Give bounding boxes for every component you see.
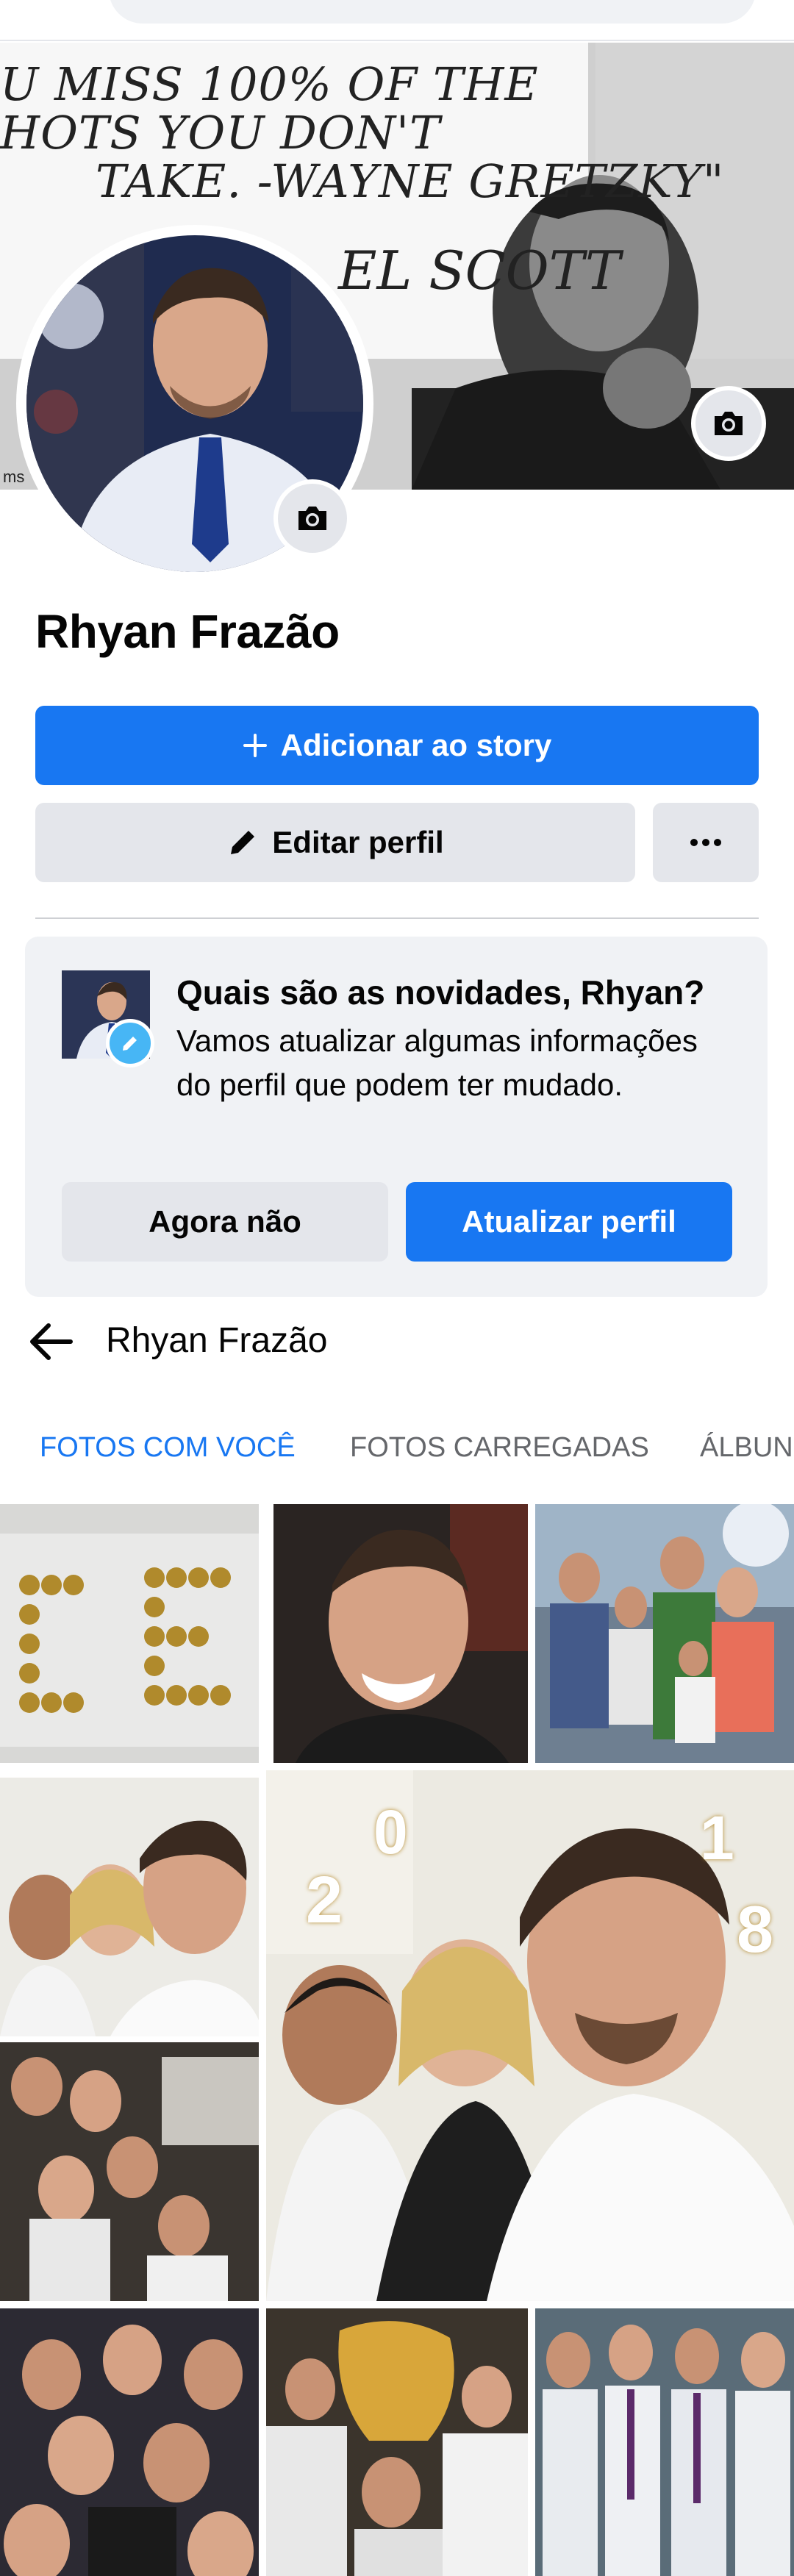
edit-profile-picture-button[interactable]: [273, 479, 351, 557]
photos-section-title: Rhyan Frazão: [106, 1321, 328, 1360]
pencil-icon: [123, 1037, 137, 1051]
tab-albums[interactable]: ÁLBUNS: [700, 1432, 794, 1464]
edit-profile-label: Editar perfil: [272, 825, 444, 859]
overlay-digit: 1: [700, 1803, 734, 1872]
divider: [35, 917, 759, 919]
update-profile-button[interactable]: Atualizar perfil: [406, 1182, 732, 1262]
photo-thumbnail[interactable]: [266, 2308, 528, 2576]
tab-uploaded-photos[interactable]: FOTOS CARREGADAS: [350, 1432, 649, 1464]
photo-thumbnail[interactable]: [0, 2042, 259, 2301]
pencil-icon: [231, 831, 255, 854]
card-title: Quais são as novidades, Rhyan?: [176, 973, 705, 1012]
cover-quote-line: TAKE. -WAYNE GRETZKY": [96, 154, 725, 208]
plus-icon: [243, 734, 267, 757]
back-arrow-icon[interactable]: [22, 0, 51, 15]
card-body: Vamos atualizar algumas informações do p…: [176, 1023, 698, 1102]
edit-cover-button[interactable]: [691, 386, 766, 461]
cover-quote-line: U MISS 100% OF THE: [0, 57, 539, 111]
cover-signature: EL SCOTT: [338, 240, 621, 301]
overlay-digit: 2: [306, 1864, 343, 1937]
camera-icon: [298, 507, 326, 530]
card-pencil-badge: [106, 1019, 154, 1067]
overlay-digit: 8: [737, 1893, 774, 1967]
more-horizontal-icon: [690, 839, 721, 846]
not-now-button[interactable]: Agora não: [62, 1182, 388, 1262]
back-arrow-icon[interactable]: [25, 1316, 76, 1367]
photo-thumbnail[interactable]: 2 0 1 8: [266, 1770, 794, 2301]
camera-icon: [715, 412, 743, 435]
photo-thumbnail[interactable]: [0, 1778, 259, 2036]
photo-thumbnail[interactable]: [273, 1504, 528, 1763]
search-input[interactable]: [109, 0, 756, 24]
edit-profile-button[interactable]: Editar perfil: [35, 803, 635, 882]
photo-thumbnail[interactable]: [0, 2308, 259, 2576]
photo-thumbnail[interactable]: [0, 1504, 259, 1763]
add-to-story-label: Adicionar ao story: [280, 728, 552, 762]
photo-thumbnail[interactable]: [535, 1504, 794, 1763]
photo-thumbnail[interactable]: [535, 2308, 794, 2576]
more-options-button[interactable]: [653, 803, 759, 882]
cover-corner-text: ms: [3, 468, 25, 486]
cover-quote-line: HOTS YOU DON'T: [0, 106, 441, 160]
add-to-story-button[interactable]: Adicionar ao story: [35, 706, 759, 785]
overlay-digit: 0: [373, 1797, 408, 1867]
profile-name: Rhyan Frazão: [35, 605, 340, 658]
tab-photos-with-you[interactable]: FOTOS COM VOCÊ: [40, 1432, 296, 1464]
